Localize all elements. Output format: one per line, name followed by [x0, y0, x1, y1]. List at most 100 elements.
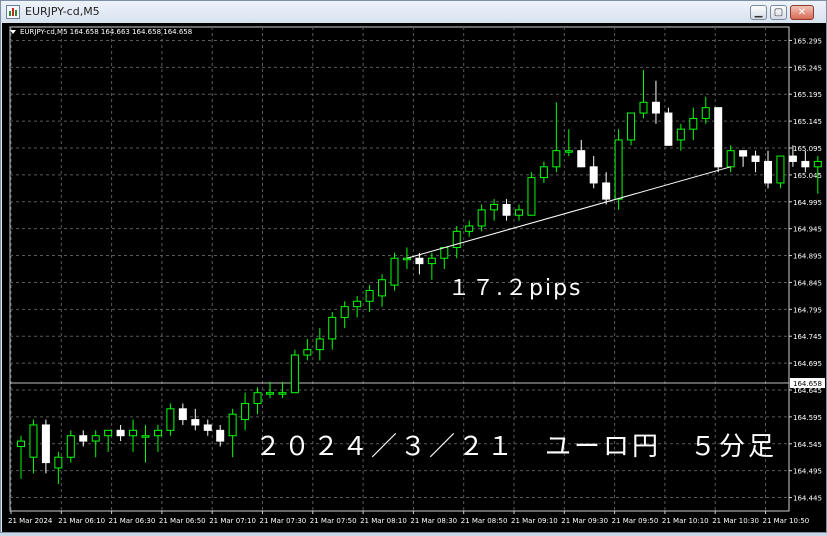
candle-body-bull [527, 177, 536, 216]
x-tick-label: 21 Mar 09:50 [612, 517, 659, 525]
candle-body-bull [776, 155, 785, 184]
candle-body-bull [266, 392, 274, 395]
window-title: EURJPY-cd,M5 [25, 5, 100, 18]
candle-body-bull [54, 456, 63, 469]
chart-header: EURJPY-cd,M5 164.658 164.663 164.658 164… [20, 28, 192, 36]
candle-body-bull [614, 139, 623, 200]
candle-body-bull [465, 225, 474, 232]
candle-body-bear [602, 182, 611, 200]
candle-body-bull [166, 408, 175, 431]
pips-annotation: １７.２pips [448, 276, 583, 301]
minimize-button[interactable]: ▁ [750, 5, 767, 20]
y-tick-label: 165.245 [793, 64, 822, 72]
x-tick-label: 21 Mar 06:30 [109, 517, 156, 525]
candle-body-bear [714, 107, 723, 168]
chart-area[interactable]: 164.445 164.495 164.545 164.595 164.645 164.6… [2, 23, 827, 532]
candle-body-bull [17, 440, 25, 447]
x-tick-label: 21 Mar 06:50 [159, 517, 206, 525]
candle-body-bull [104, 429, 113, 437]
y-tick-label: 164.845 [793, 279, 822, 287]
candle-body-bull [689, 117, 698, 130]
candle-body-bull [278, 392, 287, 395]
chart-window: EURJPY-cd,M5 ▁ ▢ ✕ 164.445 164.495 164.545… [0, 0, 827, 533]
candle-body-bear [739, 150, 748, 157]
candle-body-bear [751, 155, 760, 162]
candle-body-bear [764, 160, 772, 184]
x-tick-label: 21 Mar 07:50 [310, 517, 357, 525]
y-tick-label: 164.795 [793, 306, 822, 314]
candle-body-bear [191, 419, 200, 426]
x-tick-label: 21 Mar 10:30 [712, 517, 759, 525]
candle-body-bull [564, 150, 573, 153]
candle-body-bull [477, 209, 486, 227]
candle-body-bear [577, 150, 586, 168]
candle-body-bull [153, 429, 162, 437]
candle-body-bear [651, 101, 660, 114]
chart-window-icon [6, 5, 20, 19]
candle-body-bull [639, 101, 648, 114]
candle-body-bull [29, 424, 38, 458]
y-tick-label: 165.295 [793, 37, 822, 45]
y-tick-label: 164.895 [793, 253, 822, 261]
candle-body-bear [116, 429, 125, 437]
y-tick-label: 165.045 [793, 172, 822, 180]
candle-body-bear [664, 112, 673, 146]
candle-body-bull [290, 354, 299, 394]
y-tick-label: 164.595 [793, 414, 822, 422]
trendline [406, 166, 731, 259]
labels: EURJPY-cd,M5 164.658 164.663 164.658 164… [10, 28, 774, 462]
candlestick-chart[interactable]: 164.445164.495164.545164.595164.645164.6… [2, 23, 827, 532]
candle-body-bull [390, 257, 399, 286]
candle-body-bear [178, 408, 187, 421]
candle-body-bull [228, 413, 237, 437]
y-tick-label: 164.745 [793, 333, 822, 341]
y-tick-label: 165.095 [793, 145, 822, 153]
candle-body-bull [701, 107, 710, 119]
candle-body-bull [726, 150, 735, 168]
candle-body-bull [241, 402, 250, 421]
candle-body-bull [539, 166, 548, 179]
maximize-button[interactable]: ▢ [770, 5, 787, 20]
candle-body-bear [801, 160, 810, 168]
candle-body-bear [203, 424, 212, 431]
candle-body-bull [627, 112, 636, 141]
y-tick-label: 165.145 [793, 118, 822, 126]
candle-body-bear [415, 257, 424, 265]
title-bar[interactable]: EURJPY-cd,M5 ▁ ▢ ✕ [1, 1, 826, 23]
candle-body-bull [427, 257, 436, 265]
candle-body-bull [515, 209, 523, 216]
y-tick-label: 164.495 [793, 468, 822, 476]
candle-body-bear [502, 203, 511, 216]
candle-body-bull [129, 429, 138, 437]
candle-body-bull [378, 279, 387, 297]
candle-body-bull [676, 128, 685, 141]
candle-body-bear [788, 155, 797, 162]
candle-body-bull [813, 160, 822, 168]
y-tick-label: 164.445 [793, 495, 822, 503]
candle-body-bull [66, 435, 75, 458]
x-tick-label: 21 Mar 06:10 [58, 517, 105, 525]
candle-body-bull [315, 338, 324, 351]
x-tick-label: 21 Mar 09:30 [561, 517, 608, 525]
candle-body-bull [353, 300, 362, 308]
x-tick-label: 21 Mar 07:10 [209, 517, 256, 525]
close-button[interactable]: ✕ [790, 5, 814, 20]
x-tick-label: 21 Mar 07:30 [260, 517, 307, 525]
candle-body-bear [216, 429, 225, 442]
y-tick-label: 164.995 [793, 199, 822, 207]
candle-body-bull [253, 392, 262, 404]
candle-body-bull [340, 306, 349, 318]
candle-body-bull [490, 203, 499, 211]
x-tick-label: 21 Mar 08:30 [410, 517, 457, 525]
candle-body-bear [589, 166, 598, 184]
candle-body-bull [365, 290, 374, 302]
y-tick-label: 165.195 [793, 91, 822, 99]
y-tick-label: 164.945 [793, 226, 822, 234]
x-tick-label: 21 Mar 10:10 [662, 517, 709, 525]
candle-body-bull [328, 316, 337, 340]
candle-body-bull [402, 257, 411, 261]
candle-body-bear [41, 424, 50, 464]
candle-body-bull [91, 435, 100, 442]
x-tick-label: 21 Mar 08:50 [461, 517, 508, 525]
current-price-label: 164.658 [793, 380, 822, 388]
